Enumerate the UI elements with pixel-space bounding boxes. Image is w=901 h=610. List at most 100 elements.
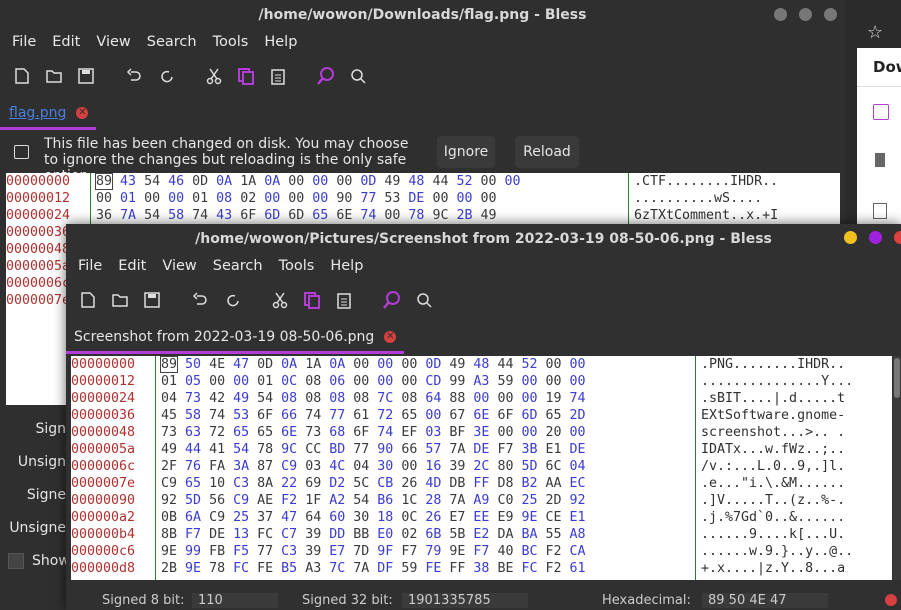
hex-byte[interactable]: F7 <box>401 544 417 559</box>
close-icon[interactable]: ✕ <box>384 331 397 343</box>
find-icon[interactable] <box>312 62 340 90</box>
hex-byte[interactable]: 45 <box>161 408 177 423</box>
hex-byte[interactable]: BA <box>521 527 537 542</box>
paste-icon[interactable] <box>264 62 292 90</box>
hex-byte[interactable]: FE <box>425 561 441 576</box>
hex-byte[interactable]: 36 <box>96 208 112 223</box>
hex-byte[interactable]: 00 <box>521 374 537 389</box>
hex-byte[interactable]: BB <box>353 527 369 542</box>
hex-byte[interactable]: 00 <box>521 391 537 406</box>
hex-byte[interactable]: 61 <box>570 561 586 576</box>
find-icon[interactable] <box>378 286 406 314</box>
hex-byte[interactable]: 7A <box>120 208 136 223</box>
copy-icon[interactable] <box>298 286 326 314</box>
hex-byte[interactable]: 25 <box>233 510 249 525</box>
hex-byte[interactable]: 08 <box>305 391 321 406</box>
hex-byte[interactable]: 50 <box>185 357 201 372</box>
hex-byte[interactable]: 6C <box>546 459 562 474</box>
hex-byte[interactable]: 65 <box>233 425 249 440</box>
hex-byte[interactable]: 0D <box>425 357 441 372</box>
hex-byte[interactable]: 49 <box>481 208 497 223</box>
hex-byte[interactable]: 78 <box>257 442 273 457</box>
hex-byte[interactable]: 00 <box>168 191 184 206</box>
hex-byte[interactable]: FC <box>257 527 273 542</box>
hex-byte[interactable]: 6D <box>264 208 280 223</box>
hex-byte[interactable]: 4C <box>329 459 345 474</box>
hex-byte[interactable]: 47 <box>233 357 249 372</box>
hex-byte[interactable]: 49 <box>449 357 465 372</box>
hex-byte[interactable]: 20 <box>546 425 562 440</box>
hex-byte[interactable]: 59 <box>497 374 513 389</box>
hex-byte[interactable]: 0D <box>360 174 376 189</box>
hex-byte[interactable]: 38 <box>473 561 489 576</box>
hex-byte[interactable]: 00 <box>425 408 441 423</box>
hex-byte[interactable]: 72 <box>377 408 393 423</box>
hex-byte[interactable]: 08 <box>353 391 369 406</box>
hex-byte[interactable]: 54 <box>233 442 249 457</box>
hex-byte[interactable]: 58 <box>185 408 201 423</box>
hex-byte[interactable]: 00 <box>353 374 369 389</box>
hex-byte[interactable]: B6 <box>377 493 393 508</box>
hex-byte[interactable]: 08 <box>216 191 232 206</box>
hex-byte[interactable]: 9C <box>281 442 297 457</box>
hex-byte[interactable]: 0C <box>281 374 297 389</box>
hex-byte[interactable]: 57 <box>425 442 441 457</box>
hex-byte[interactable]: 6F <box>497 408 513 423</box>
hex-byte[interactable]: 76 <box>185 459 201 474</box>
hex-byte[interactable]: C7 <box>281 527 297 542</box>
hex-byte[interactable]: 89 <box>94 173 114 190</box>
hex-byte[interactable]: F7 <box>497 442 513 457</box>
hex-byte[interactable]: 5C <box>353 476 369 491</box>
hex-byte[interactable]: 8A <box>257 476 273 491</box>
hex-byte[interactable]: 13 <box>233 527 249 542</box>
hex-byte[interactable]: 64 <box>305 510 321 525</box>
hex-byte[interactable]: 00 <box>312 174 328 189</box>
hex-byte[interactable]: 90 <box>377 442 393 457</box>
hex-byte[interactable]: E1 <box>570 510 586 525</box>
hex-byte[interactable]: 39 <box>305 544 321 559</box>
hex-byte[interactable]: 54 <box>144 208 160 223</box>
hex-byte[interactable]: 03 <box>425 425 441 440</box>
bg-menu-tools[interactable]: Tools <box>205 34 257 50</box>
hex-byte[interactable]: 59 <box>401 561 417 576</box>
hex-byte[interactable]: 52 <box>456 174 472 189</box>
hex-byte[interactable]: 88 <box>449 391 465 406</box>
close-icon[interactable]: ✕ <box>76 107 89 119</box>
hex-byte[interactable]: FC <box>521 561 537 576</box>
hex-byte[interactable]: 00 <box>377 357 393 372</box>
hex-byte[interactable]: 89 <box>159 356 179 373</box>
hex-byte[interactable]: FF <box>473 476 489 491</box>
hex-byte[interactable]: 7A <box>353 561 369 576</box>
bg-menu-help[interactable]: Help <box>256 34 305 50</box>
hex-byte[interactable]: 2B <box>161 561 177 576</box>
hex-byte[interactable]: 6F <box>240 208 256 223</box>
hex-byte[interactable]: 3E <box>473 425 489 440</box>
hex-byte[interactable]: 74 <box>570 391 586 406</box>
hex-byte[interactable]: 5D <box>185 493 201 508</box>
hex-byte[interactable]: 1C <box>401 493 417 508</box>
hex-byte[interactable]: 00 <box>288 191 304 206</box>
hex-byte[interactable]: 6B <box>425 527 441 542</box>
hex-byte[interactable]: 8B <box>161 527 177 542</box>
hex-byte[interactable]: EE <box>473 510 489 525</box>
hex-byte[interactable]: 08 <box>401 391 417 406</box>
hex-byte[interactable]: A3 <box>473 374 489 389</box>
hex-byte[interactable]: 08 <box>281 391 297 406</box>
status-value-signed-32[interactable]: 1901335785 <box>402 593 528 608</box>
hex-byte[interactable]: 6D <box>521 408 537 423</box>
hex-byte[interactable]: F2 <box>546 561 562 576</box>
find-replace-icon[interactable] <box>410 286 438 314</box>
hex-byte[interactable]: CA <box>570 544 586 559</box>
hex-byte[interactable]: 7D <box>353 544 369 559</box>
hex-byte[interactable]: 39 <box>305 527 321 542</box>
hex-byte[interactable]: A3 <box>305 561 321 576</box>
hex-byte[interactable]: 2D <box>570 408 586 423</box>
save-icon[interactable] <box>72 62 100 90</box>
hex-byte[interactable]: 54 <box>144 174 160 189</box>
undo-icon[interactable] <box>186 286 214 314</box>
hex-byte[interactable]: 49 <box>233 391 249 406</box>
hex-byte[interactable]: 26 <box>425 510 441 525</box>
hex-byte[interactable]: 0A <box>216 174 232 189</box>
new-file-icon[interactable] <box>8 62 36 90</box>
fg-menu-file[interactable]: File <box>70 258 110 274</box>
